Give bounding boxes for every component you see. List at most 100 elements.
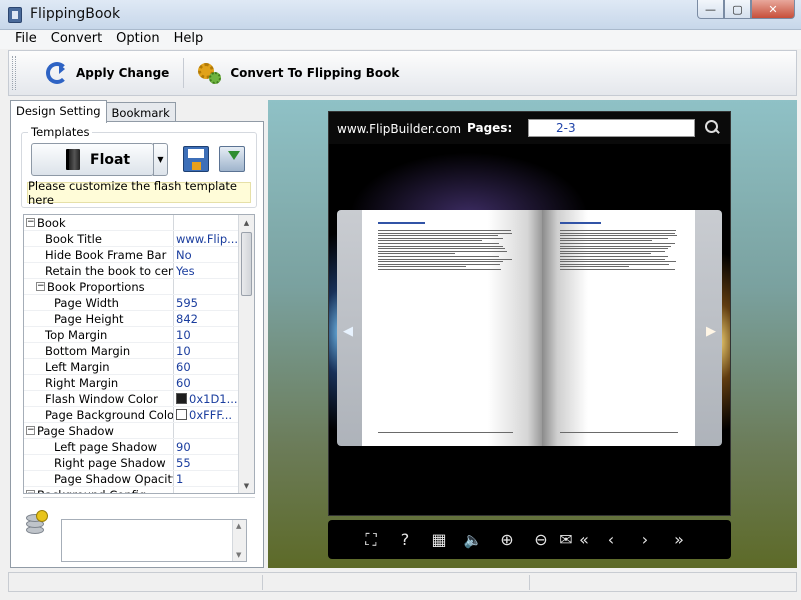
pages-input[interactable]: 2-3 — [528, 119, 695, 137]
collapse-icon[interactable]: − — [26, 426, 35, 435]
property-value[interactable]: 0xFFF... — [174, 407, 240, 422]
scroll-down-icon[interactable]: ▼ — [239, 478, 254, 493]
property-value[interactable]: 1 — [174, 471, 240, 486]
page-text-line — [378, 253, 455, 255]
property-value-text: No — [176, 247, 192, 262]
save-icon[interactable] — [183, 146, 209, 172]
property-row[interactable]: Book Title www.Flip... — [24, 231, 240, 247]
magnify-icon[interactable] — [705, 120, 719, 134]
page-text-line — [378, 243, 500, 244]
property-row[interactable]: −Background Config — [24, 487, 240, 494]
thumbnails-icon[interactable]: ▦ — [422, 530, 456, 549]
property-value[interactable]: 10 — [174, 327, 240, 342]
property-value[interactable]: 10 — [174, 343, 240, 358]
site-link[interactable]: www.FlipBuilder.com — [337, 122, 461, 136]
left-page[interactable] — [362, 210, 542, 446]
property-value[interactable]: 0x1D1... — [174, 391, 240, 406]
next-page-arrow[interactable]: ▶ — [706, 324, 716, 339]
property-row[interactable]: − Page Shadow — [24, 423, 240, 439]
property-value-text: 10 — [176, 343, 191, 358]
grid-scrollbar[interactable]: ▲ ▼ — [238, 215, 254, 493]
menu-help[interactable]: Help — [167, 30, 211, 49]
last-page-icon[interactable]: » — [662, 530, 696, 549]
template-dropdown-button[interactable]: ▼ — [153, 143, 168, 176]
zoom-out-icon[interactable]: ⊖ — [524, 530, 558, 549]
email-icon[interactable]: ✉ — [558, 530, 574, 549]
property-value[interactable]: 60 — [174, 359, 240, 374]
property-value[interactable] — [174, 487, 240, 493]
previous-page-icon[interactable]: ‹ — [594, 530, 628, 549]
property-row[interactable]: Flash Window Color 0x1D1... — [24, 391, 240, 407]
description-area[interactable]: ▲ ▼ — [61, 519, 247, 562]
property-row[interactable]: Left page Shadow 90 — [24, 439, 240, 455]
property-value-text: 60 — [176, 359, 191, 374]
scroll-thumb[interactable] — [241, 232, 252, 296]
chevron-down-icon: ▼ — [157, 155, 164, 164]
property-name-text: Background Config — [37, 487, 146, 494]
next-page-icon[interactable]: › — [628, 530, 662, 549]
prev-page-arrow[interactable]: ◀ — [343, 324, 353, 339]
property-row[interactable]: − Book Proportions — [24, 279, 240, 295]
property-value[interactable] — [174, 423, 240, 438]
apply-change-button[interactable]: Apply Change — [36, 56, 179, 90]
property-grid: − Book Book Title www.Flip... Hide Book Fram… — [23, 214, 255, 494]
property-row[interactable]: Page Background Color 0xFFF... — [24, 407, 240, 423]
property-value[interactable]: No — [174, 247, 240, 262]
property-value[interactable]: 60 — [174, 375, 240, 390]
property-row[interactable]: Page Shadow Opacity 1 — [24, 471, 240, 487]
property-row[interactable]: Hide Book Frame Bar No — [24, 247, 240, 263]
right-page[interactable] — [542, 210, 695, 446]
collapse-icon[interactable]: − — [36, 282, 45, 291]
page-heading — [378, 222, 426, 224]
fullscreen-icon[interactable]: ⛶ — [354, 530, 388, 550]
toolbar-grip[interactable] — [12, 56, 16, 90]
property-row[interactable]: Retain the book to centerYes — [24, 263, 240, 279]
property-row[interactable]: Left Margin 60 — [24, 359, 240, 375]
property-value[interactable] — [174, 279, 240, 294]
page-text-line — [560, 237, 669, 239]
property-value[interactable] — [174, 215, 240, 230]
toolbar-separator — [183, 58, 185, 88]
zoom-in-icon[interactable]: ⊕ — [490, 530, 524, 549]
first-page-icon[interactable]: « — [574, 530, 594, 549]
convert-button[interactable]: Convert To Flipping Book — [188, 56, 409, 90]
property-row[interactable]: Bottom Margin 10 — [24, 343, 240, 359]
property-value[interactable]: 90 — [174, 439, 240, 454]
property-value[interactable]: www.Flip... — [174, 231, 240, 246]
load-icon[interactable] — [219, 146, 245, 172]
property-name: Hide Book Frame Bar — [24, 247, 174, 262]
description-scrollbar[interactable]: ▲ ▼ — [232, 520, 246, 561]
minimize-button[interactable]: — — [697, 0, 724, 19]
page-text-line — [378, 261, 504, 263]
property-row[interactable]: Top Margin 10 — [24, 327, 240, 343]
property-row[interactable]: − Book — [24, 215, 240, 231]
property-name-text: Book Title — [45, 231, 102, 246]
property-row[interactable]: Page Width 595 — [24, 295, 240, 311]
apply-change-label: Apply Change — [76, 66, 170, 80]
property-value[interactable]: 595 — [174, 295, 240, 310]
property-value[interactable]: 55 — [174, 455, 240, 470]
tab-bookmark[interactable]: Bookmark — [105, 102, 176, 122]
property-value[interactable]: 842 — [174, 311, 240, 326]
sound-icon[interactable]: 🔈 — [456, 531, 490, 549]
property-row[interactable]: Right Margin 60 — [24, 375, 240, 391]
close-button[interactable]: ✕ — [751, 0, 795, 19]
page-heading — [560, 222, 602, 224]
menu-option[interactable]: Option — [109, 30, 166, 49]
menu-file[interactable]: File — [8, 30, 44, 49]
property-name: − Book — [24, 215, 174, 230]
property-row[interactable]: Right page Shadow 55 — [24, 455, 240, 471]
tab-design-setting[interactable]: Design Setting — [10, 100, 107, 123]
maximize-button[interactable]: ▢ — [724, 0, 751, 19]
collapse-icon[interactable]: − — [26, 218, 35, 227]
page-text-line — [378, 266, 466, 268]
template-select-button[interactable]: Float — [31, 143, 154, 176]
help-icon[interactable]: ? — [388, 530, 422, 549]
menu-convert[interactable]: Convert — [44, 30, 109, 49]
template-name: Float — [90, 151, 131, 168]
page-text-line — [378, 237, 504, 239]
property-value[interactable]: Yes — [174, 263, 240, 278]
scroll-up-icon[interactable]: ▲ — [239, 215, 254, 230]
property-row[interactable]: Page Height 842 — [24, 311, 240, 327]
collapse-icon[interactable]: − — [26, 490, 35, 493]
